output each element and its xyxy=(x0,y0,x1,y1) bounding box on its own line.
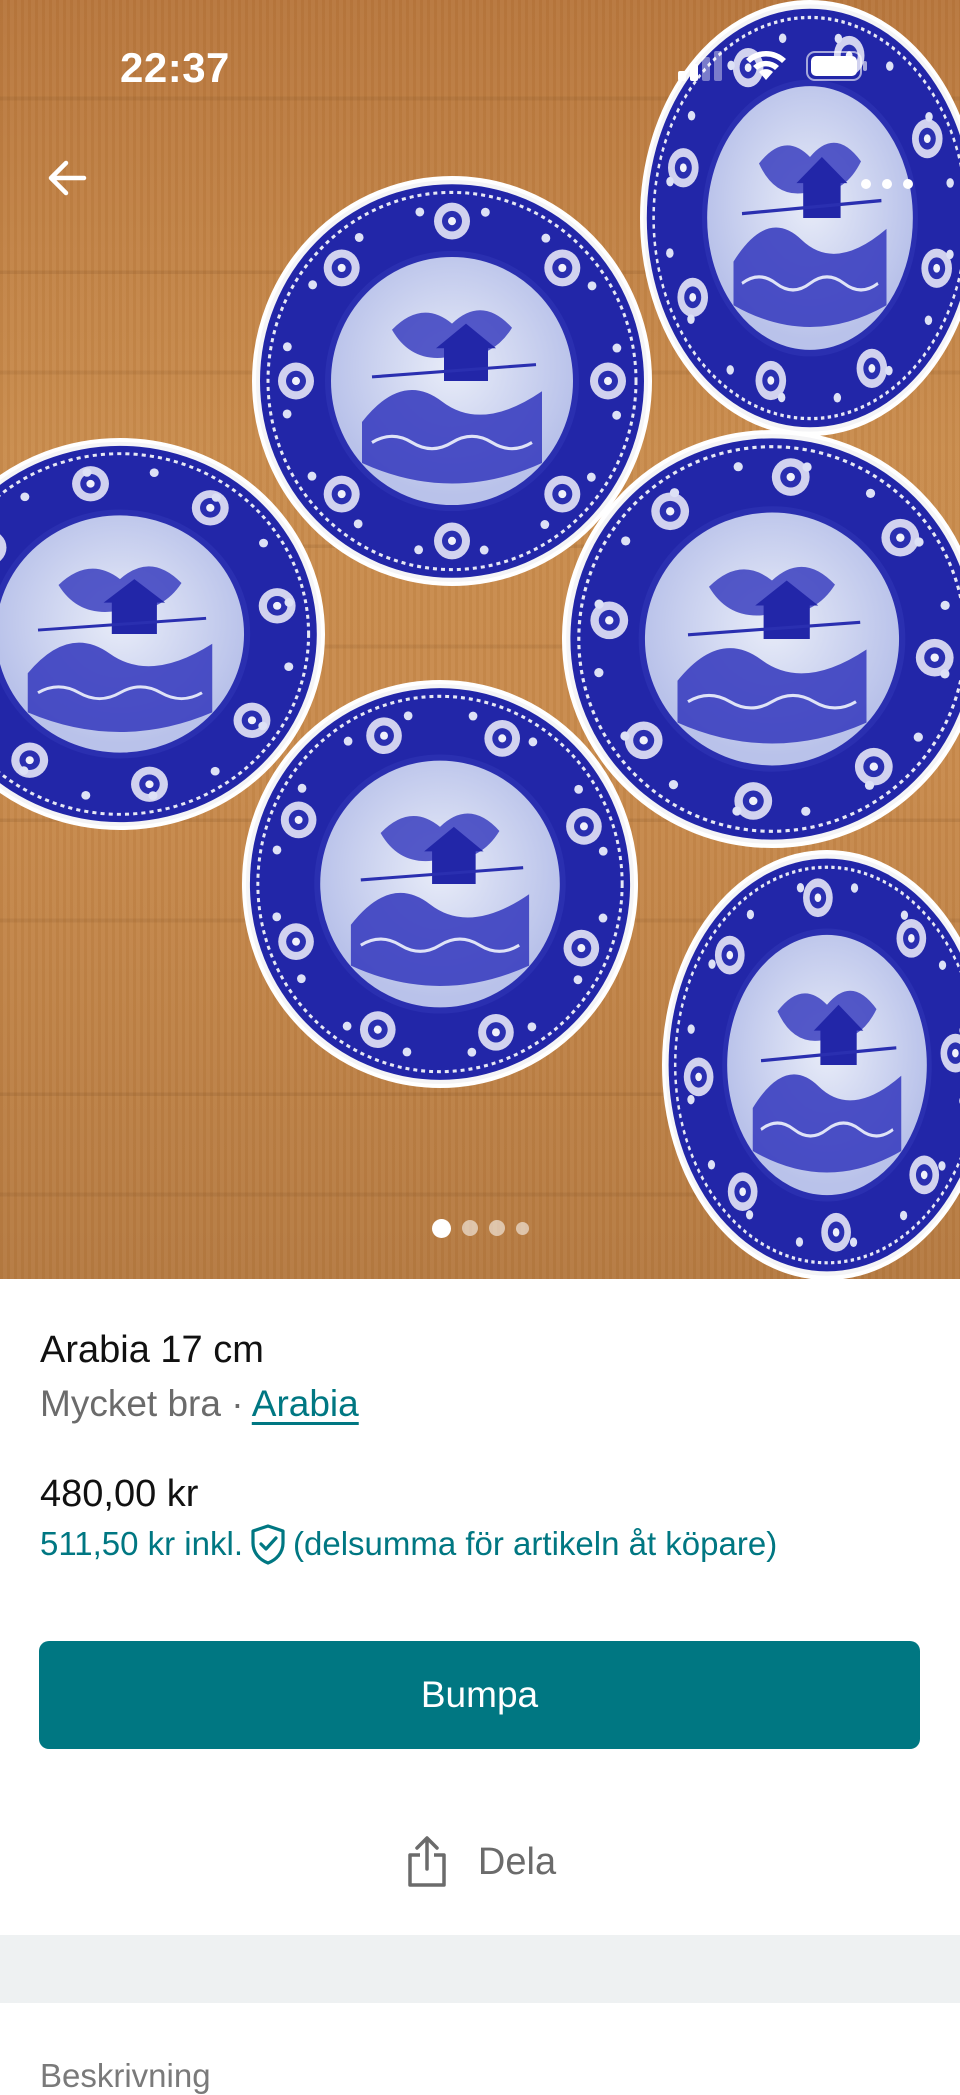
description-label: Beskrivning xyxy=(40,2057,211,2094)
carousel-dot[interactable] xyxy=(515,1222,529,1235)
back-arrow-icon xyxy=(48,160,87,196)
item-price: 480,00 kr xyxy=(40,1473,199,1515)
item-title: Arabia 17 cm xyxy=(40,1329,264,1371)
back-button[interactable] xyxy=(44,154,92,202)
plate-image xyxy=(662,850,960,1279)
price-incl-protection[interactable]: 511,50 kr inkl. (delsumma för artikeln å… xyxy=(40,1523,777,1565)
price-incl-note: (delsumma för artikeln åt köpare) xyxy=(293,1525,778,1562)
share-icon xyxy=(408,1836,446,1887)
shield-check-icon xyxy=(251,1524,285,1565)
plate-image xyxy=(242,680,638,1088)
item-condition: Mycket bra xyxy=(40,1383,221,1424)
status-time: 22:37 xyxy=(120,44,230,91)
share-button[interactable]: Dela xyxy=(0,1827,960,1897)
share-label: Dela xyxy=(477,1840,557,1883)
carousel-dot[interactable] xyxy=(488,1220,505,1236)
brand-link[interactable]: Arabia xyxy=(252,1383,359,1424)
signal-icon xyxy=(678,51,722,81)
price-incl-value: 511,50 kr inkl. xyxy=(40,1525,243,1562)
meta-separator: · xyxy=(220,1383,252,1424)
item-meta: Mycket bra · Arabia xyxy=(40,1383,359,1425)
bump-button[interactable]: Bumpa xyxy=(39,1641,920,1749)
item-photo[interactable]: 22:37 xyxy=(0,0,960,1279)
more-dots-icon xyxy=(861,179,913,189)
wifi-icon xyxy=(746,51,786,80)
carousel-dot[interactable] xyxy=(461,1220,478,1236)
carousel-indicator xyxy=(0,1219,960,1238)
battery-icon xyxy=(806,51,867,81)
carousel-dot[interactable] xyxy=(431,1219,451,1238)
status-icons xyxy=(678,50,868,82)
more-options-button[interactable] xyxy=(854,164,920,204)
section-divider xyxy=(0,1935,960,2003)
